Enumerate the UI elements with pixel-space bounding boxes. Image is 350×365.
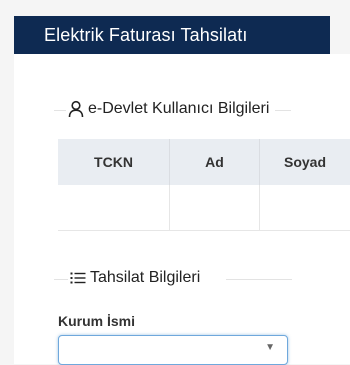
form-card: e-Devlet Kullanıcı Bilgileri TCKN Ad Soy… — [14, 54, 350, 365]
page-title: Elektrik Faturası Tahsilatı — [44, 24, 248, 45]
tahsilat-section-label: Tahsilat Bilgileri — [90, 269, 201, 286]
column-header-tckn: TCKN — [58, 139, 170, 185]
page-header: Elektrik Faturası Tahsilatı — [14, 16, 330, 54]
kurum-label: Kurum İsmi — [58, 313, 136, 329]
divider — [275, 110, 291, 111]
divider — [54, 110, 66, 111]
table-cell-tckn — [58, 185, 170, 231]
edevlet-section-title: e-Devlet Kullanıcı Bilgileri — [68, 100, 269, 118]
divider — [54, 279, 68, 280]
list-icon — [70, 269, 86, 287]
table-header: TCKN Ad Soyad — [58, 139, 350, 185]
chevron-down-icon: ▼ — [265, 342, 275, 353]
tahsilat-section-title: Tahsilat Bilgileri — [70, 269, 200, 287]
column-header-soyad: Soyad — [283, 154, 326, 170]
user-icon — [68, 100, 84, 118]
table-cell-ad — [170, 185, 260, 231]
edevlet-table: TCKN Ad Soyad — [58, 139, 350, 231]
divider — [226, 279, 292, 280]
column-header-ad: Ad — [170, 139, 260, 185]
table-row — [58, 185, 350, 231]
edevlet-section-label: e-Devlet Kullanıcı Bilgileri — [88, 100, 270, 117]
table-cell-soyad — [260, 185, 350, 231]
kurum-select[interactable]: ▼ — [58, 335, 288, 365]
